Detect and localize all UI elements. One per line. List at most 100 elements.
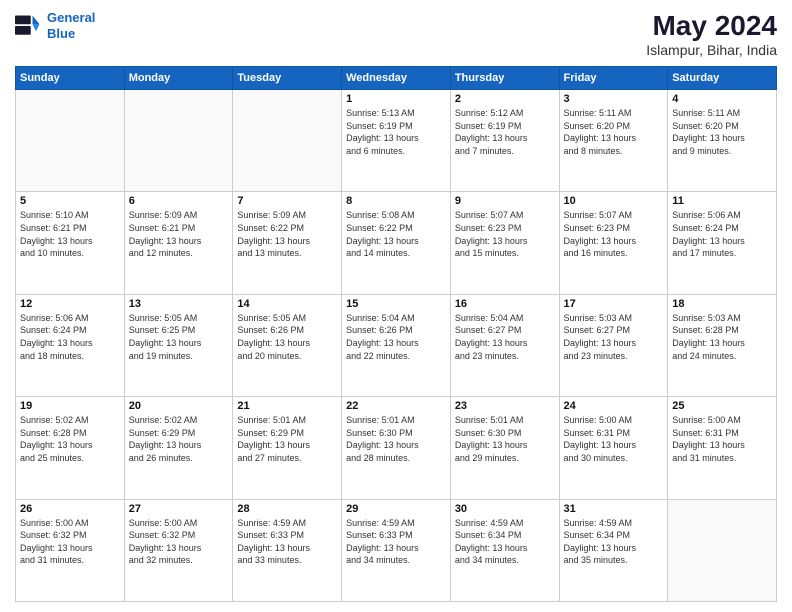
day-number: 28 [237,503,337,515]
calendar-cell: 1Sunrise: 5:13 AM Sunset: 6:19 PM Daylig… [342,90,451,192]
logo-blue: Blue [47,26,75,41]
calendar-cell [16,90,125,192]
day-number: 15 [346,298,446,310]
calendar-cell: 13Sunrise: 5:05 AM Sunset: 6:25 PM Dayli… [124,294,233,396]
day-number: 19 [20,400,120,412]
day-info: Sunrise: 5:04 AM Sunset: 6:26 PM Dayligh… [346,312,446,362]
calendar-cell: 20 Sunrise: 5:02 AM Sunset: 6:29 PM Dayli… [124,397,233,499]
day-info: Sunrise: 5:07 AM Sunset: 6:23 PM Dayligh… [455,209,555,259]
day-info: Sunrise: 5:08 AM Sunset: 6:22 PM Dayligh… [346,209,446,259]
day-number: 3 [564,93,664,105]
day-info: Sunrise: 5:03 AM Sunset: 6:27 PM Dayligh… [564,312,664,362]
calendar-cell: 27 Sunrise: 5:00 AM Sunset: 6:32 PM Dayli… [124,499,233,601]
calendar-cell: 12 Sunrise: 5:06 AM Sunset: 6:24 PM Dayli… [16,294,125,396]
calendar-cell: 15 Sunrise: 5:04 AM Sunset: 6:26 PM Dayli… [342,294,451,396]
day-number: 14 [237,298,337,310]
day-info: Sunrise: 5:06 AM Sunset: 6:24 PM Dayligh… [672,209,772,259]
day-number: 9 [455,195,555,207]
day-number: 8 [346,195,446,207]
day-info: Sunrise: 5:11 AM Sunset: 6:20 PM Dayligh… [564,107,664,157]
calendar-week-row: 12 Sunrise: 5:06 AM Sunset: 6:24 PM Dayli… [16,294,777,396]
weekday-header: Saturday [668,67,777,90]
day-number: 12 [20,298,120,310]
day-number: 24 [564,400,664,412]
logo-text: General Blue [47,10,95,41]
calendar-cell: 10Sunrise: 5:07 AM Sunset: 6:23 PM Dayli… [559,192,668,294]
day-number: 17 [564,298,664,310]
calendar-week-row: 26 Sunrise: 5:00 AM Sunset: 6:32 PM Dayli… [16,499,777,601]
calendar-cell: 22 Sunrise: 5:01 AM Sunset: 6:30 PM Dayli… [342,397,451,499]
calendar-cell: 11Sunrise: 5:06 AM Sunset: 6:24 PM Dayli… [668,192,777,294]
logo-icon [15,12,43,40]
calendar-cell: 2 Sunrise: 5:12 AM Sunset: 6:19 PM Daylig… [450,90,559,192]
calendar-week-row: 1Sunrise: 5:13 AM Sunset: 6:19 PM Daylig… [16,90,777,192]
day-number: 22 [346,400,446,412]
day-info: Sunrise: 5:05 AM Sunset: 6:26 PM Dayligh… [237,312,337,362]
calendar-cell: 24 Sunrise: 5:00 AM Sunset: 6:31 PM Dayli… [559,397,668,499]
day-number: 4 [672,93,772,105]
day-number: 18 [672,298,772,310]
day-number: 2 [455,93,555,105]
day-info: Sunrise: 5:06 AM Sunset: 6:24 PM Dayligh… [20,312,120,362]
day-info: Sunrise: 4:59 AM Sunset: 6:34 PM Dayligh… [455,517,555,567]
calendar-body: 1Sunrise: 5:13 AM Sunset: 6:19 PM Daylig… [16,90,777,602]
day-info: Sunrise: 4:59 AM Sunset: 6:33 PM Dayligh… [346,517,446,567]
weekday-header: Tuesday [233,67,342,90]
day-number: 7 [237,195,337,207]
calendar-cell: 23Sunrise: 5:01 AM Sunset: 6:30 PM Dayli… [450,397,559,499]
day-info: Sunrise: 5:00 AM Sunset: 6:32 PM Dayligh… [20,517,120,567]
weekday-header: Monday [124,67,233,90]
calendar-cell: 26 Sunrise: 5:00 AM Sunset: 6:32 PM Dayli… [16,499,125,601]
logo-general: General [47,10,95,25]
day-info: Sunrise: 5:12 AM Sunset: 6:19 PM Dayligh… [455,107,555,157]
day-info: Sunrise: 5:03 AM Sunset: 6:28 PM Dayligh… [672,312,772,362]
calendar-cell: 17 Sunrise: 5:03 AM Sunset: 6:27 PM Dayli… [559,294,668,396]
calendar-cell: 14 Sunrise: 5:05 AM Sunset: 6:26 PM Dayli… [233,294,342,396]
calendar-cell: 25 Sunrise: 5:00 AM Sunset: 6:31 PM Dayli… [668,397,777,499]
calendar-cell: 18 Sunrise: 5:03 AM Sunset: 6:28 PM Dayli… [668,294,777,396]
calendar-cell: 7Sunrise: 5:09 AM Sunset: 6:22 PM Daylig… [233,192,342,294]
weekday-header: Thursday [450,67,559,90]
calendar-cell [233,90,342,192]
calendar-cell: 21Sunrise: 5:01 AM Sunset: 6:29 PM Dayli… [233,397,342,499]
day-info: Sunrise: 5:00 AM Sunset: 6:31 PM Dayligh… [564,414,664,464]
calendar-week-row: 19 Sunrise: 5:02 AM Sunset: 6:28 PM Dayli… [16,397,777,499]
day-number: 20 [129,400,229,412]
day-info: Sunrise: 5:02 AM Sunset: 6:29 PM Dayligh… [129,414,229,464]
calendar-cell: 6Sunrise: 5:09 AM Sunset: 6:21 PM Daylig… [124,192,233,294]
calendar-cell [124,90,233,192]
calendar-cell: 5 Sunrise: 5:10 AM Sunset: 6:21 PM Daylig… [16,192,125,294]
day-info: Sunrise: 5:09 AM Sunset: 6:21 PM Dayligh… [129,209,229,259]
calendar-week-row: 5 Sunrise: 5:10 AM Sunset: 6:21 PM Daylig… [16,192,777,294]
calendar-cell: 28 Sunrise: 4:59 AM Sunset: 6:33 PM Dayli… [233,499,342,601]
calendar-cell: 4Sunrise: 5:11 AM Sunset: 6:20 PM Daylig… [668,90,777,192]
page: General Blue May 2024 Islampur, Bihar, I… [0,0,792,612]
day-number: 16 [455,298,555,310]
day-number: 10 [564,195,664,207]
day-number: 27 [129,503,229,515]
calendar-table: SundayMondayTuesdayWednesdayThursdayFrid… [15,66,777,602]
day-number: 25 [672,400,772,412]
day-info: Sunrise: 5:00 AM Sunset: 6:32 PM Dayligh… [129,517,229,567]
header: General Blue May 2024 Islampur, Bihar, I… [15,10,777,58]
subtitle: Islampur, Bihar, India [646,42,777,58]
logo: General Blue [15,10,95,41]
main-title: May 2024 [646,10,777,42]
day-number: 31 [564,503,664,515]
calendar-cell: 29Sunrise: 4:59 AM Sunset: 6:33 PM Dayli… [342,499,451,601]
calendar-cell: 19 Sunrise: 5:02 AM Sunset: 6:28 PM Dayli… [16,397,125,499]
day-info: Sunrise: 5:10 AM Sunset: 6:21 PM Dayligh… [20,209,120,259]
day-info: Sunrise: 4:59 AM Sunset: 6:33 PM Dayligh… [237,517,337,567]
calendar-cell [668,499,777,601]
title-block: May 2024 Islampur, Bihar, India [646,10,777,58]
day-number: 26 [20,503,120,515]
day-info: Sunrise: 5:01 AM Sunset: 6:30 PM Dayligh… [346,414,446,464]
day-info: Sunrise: 5:02 AM Sunset: 6:28 PM Dayligh… [20,414,120,464]
day-number: 1 [346,93,446,105]
calendar-cell: 3 Sunrise: 5:11 AM Sunset: 6:20 PM Daylig… [559,90,668,192]
day-number: 21 [237,400,337,412]
weekday-header: Sunday [16,67,125,90]
day-number: 5 [20,195,120,207]
day-info: Sunrise: 5:01 AM Sunset: 6:30 PM Dayligh… [455,414,555,464]
day-info: Sunrise: 5:00 AM Sunset: 6:31 PM Dayligh… [672,414,772,464]
